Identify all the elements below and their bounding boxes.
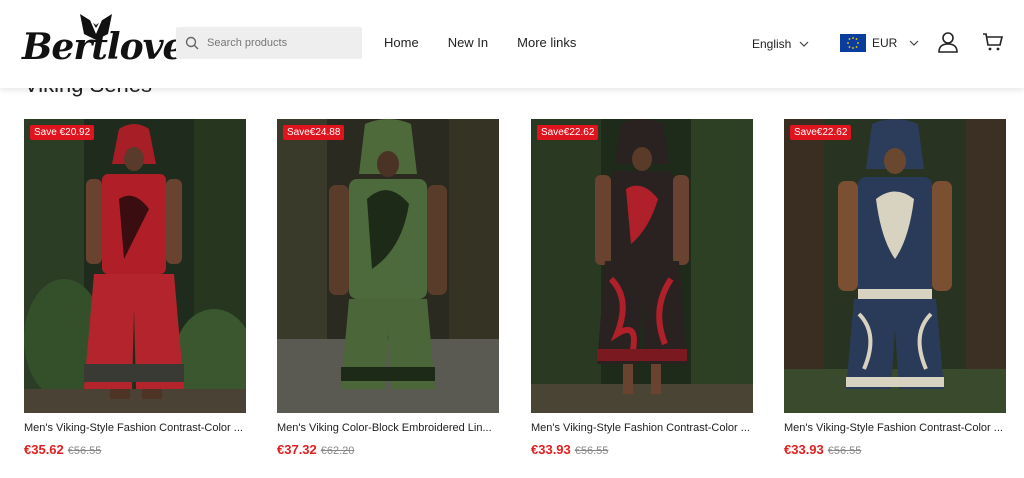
original-price: €56.55: [67, 445, 102, 457]
eu-flag-icon: [840, 34, 866, 52]
product-card[interactable]: Save€24.88 Men's Viking Color-Block Embr…: [277, 119, 499, 457]
search-input[interactable]: [205, 36, 359, 50]
product-title[interactable]: Men's Viking-Style Fashion Contrast-Colo…: [24, 422, 246, 434]
search-bar[interactable]: [176, 27, 362, 59]
chevron-down-icon: [799, 41, 809, 47]
sale-badge: Save€22.62: [790, 125, 852, 140]
currency-selector[interactable]: EUR: [840, 34, 919, 52]
product-prices: €33.93 €56.55: [531, 442, 753, 457]
main-nav: Home New In More links: [384, 35, 576, 50]
currency-label: EUR: [872, 36, 898, 50]
product-card[interactable]: Save€22.62 Men's Viking-Style Fashion Co…: [531, 119, 753, 457]
product-prices: €35.62 €56.55: [24, 442, 246, 457]
sale-badge: Save€22.62: [537, 125, 599, 140]
nav-more-links[interactable]: More links: [517, 35, 576, 50]
cart-icon[interactable]: [982, 32, 1004, 52]
product-image[interactable]: Save€24.88: [277, 119, 499, 413]
nav-home[interactable]: Home: [384, 35, 419, 50]
site-header: Bertlove Home New In More links English: [0, 0, 1024, 88]
language-selector[interactable]: English: [752, 37, 809, 51]
sale-price: €33.93: [784, 442, 824, 457]
nav-new-in[interactable]: New In: [448, 35, 488, 50]
product-title[interactable]: Men's Viking-Style Fashion Contrast-Colo…: [531, 422, 753, 434]
chevron-down-icon: [909, 40, 919, 46]
product-image[interactable]: Save€22.62: [784, 119, 1006, 413]
sale-price: €37.32: [277, 442, 317, 457]
product-title[interactable]: Men's Viking-Style Fashion Contrast-Colo…: [784, 422, 1006, 434]
product-image[interactable]: Save€22.62: [531, 119, 753, 413]
product-image[interactable]: Save €20.92: [24, 119, 246, 413]
sale-badge: Save €20.92: [30, 125, 95, 140]
search-icon: [185, 36, 199, 50]
sale-price: €33.93: [531, 442, 571, 457]
account-icon[interactable]: [937, 31, 959, 53]
product-card[interactable]: Save €20.92 Men's Viking-Style Fashion C…: [24, 119, 246, 457]
original-price: €56.55: [574, 445, 609, 457]
product-prices: €37.32 €62.20: [277, 442, 499, 457]
original-price: €56.55: [827, 445, 862, 457]
product-title[interactable]: Men's Viking Color-Block Embroidered Lin…: [277, 422, 499, 434]
language-label: English: [752, 37, 792, 51]
sale-price: €35.62: [24, 442, 64, 457]
product-prices: €33.93 €56.55: [784, 442, 1006, 457]
sale-badge: Save€24.88: [283, 125, 345, 140]
original-price: €62.20: [320, 445, 355, 457]
brand-name: Bertlove: [22, 26, 185, 68]
product-card[interactable]: Save€22.62 Men's Viking-Style Fashion Co…: [784, 119, 1006, 457]
brand-logo[interactable]: Bertlove: [22, 12, 185, 74]
